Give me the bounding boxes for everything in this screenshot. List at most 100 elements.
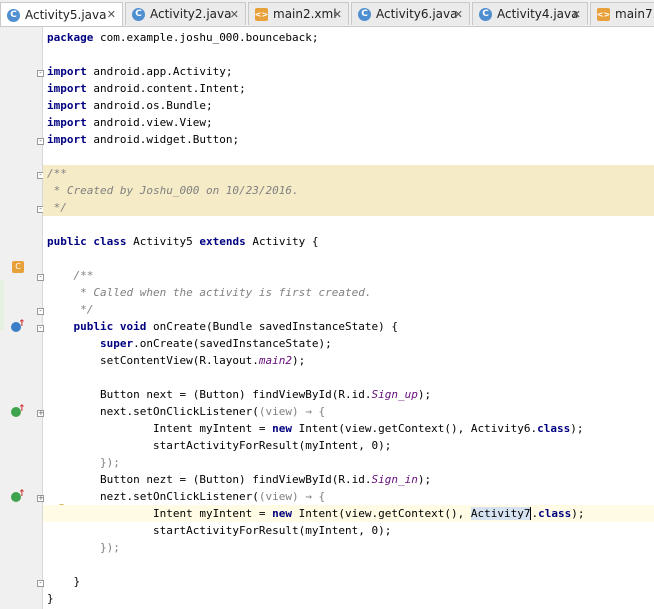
code-token: (view) → { — [258, 405, 326, 418]
close-tab-icon[interactable]: ✕ — [572, 8, 581, 21]
code-token: Intent(view.getContext(), — [292, 507, 471, 520]
code-line: }); — [43, 454, 654, 471]
code-line: * Created by Joshu_000 on 10/23/2016. — [43, 182, 654, 199]
code-line: import android.widget.Button; — [43, 131, 654, 148]
tab-activity2-java[interactable]: C Activity2.java ✕ — [125, 2, 246, 25]
code-line: setContentView(R.layout.main2); — [43, 352, 654, 369]
tab-activity4-java[interactable]: C Activity4.java ✕ — [472, 2, 588, 25]
code-line: import android.app.Activity; — [43, 63, 654, 80]
code-line: next.setOnClickListener((view) → { — [43, 403, 654, 420]
code-token: extends — [199, 235, 246, 248]
code-token: setContentView(R.layout. — [47, 354, 259, 367]
code-token: class — [537, 422, 571, 435]
gutter-change-marker — [0, 280, 4, 330]
code-token: Activity7 — [470, 507, 531, 520]
close-tab-icon[interactable]: ✕ — [454, 8, 463, 21]
override-arrow-icon: ↑ — [18, 319, 26, 329]
code-line: nezt.setOnClickListener((view) → { — [43, 488, 654, 505]
close-tab-icon[interactable]: ✕ — [333, 8, 342, 21]
code-token: Sign_up — [371, 388, 418, 401]
code-token: onCreate(Bundle savedInstanceState) { — [146, 320, 399, 333]
tab-activity6-java[interactable]: C Activity6.java ✕ — [351, 2, 470, 25]
code-editor[interactable]: package com.example.joshu_000.bounceback… — [43, 27, 654, 609]
code-token: public class — [47, 235, 127, 248]
code-token: Activity { — [245, 235, 319, 248]
code-line: public void onCreate(Bundle savedInstanc… — [43, 318, 654, 335]
java-class-icon: C — [479, 7, 492, 21]
code-token: main2 — [258, 354, 293, 367]
code-token: import — [47, 116, 87, 129]
tab-label: main7. — [615, 7, 654, 21]
editor-gutter: C ↑ ↑ ↑ — [0, 27, 43, 609]
java-class-icon: C — [7, 8, 20, 22]
code-token: startActivityForResult(myIntent, 0); — [47, 524, 392, 537]
code-token: (view) → { — [258, 490, 326, 503]
code-token: new — [272, 507, 293, 520]
code-token: android.widget.Button; — [86, 133, 240, 146]
code-line: Button nezt = (Button) findViewById(R.id… — [43, 471, 654, 488]
code-token: class — [538, 507, 572, 520]
code-line: Intent myIntent = new Intent(view.getCon… — [43, 420, 654, 437]
code-token: super — [47, 337, 134, 350]
java-class-icon: C — [132, 7, 145, 21]
code-line: */ — [43, 199, 654, 216]
code-line: import android.view.View; — [43, 114, 654, 131]
code-token: */ — [47, 303, 94, 316]
code-token: }); — [47, 456, 120, 469]
code-line: public class Activity5 extends Activity … — [43, 233, 654, 250]
tab-main7[interactable]: <> main7. — [590, 2, 654, 25]
code-token: Intent(view.getContext(), Activity6. — [292, 422, 538, 435]
lambda-arrow-icon: ↑ — [18, 404, 26, 414]
code-token: ); — [571, 507, 585, 520]
close-tab-icon[interactable]: ✕ — [107, 8, 116, 21]
code-line: import android.os.Bundle; — [43, 97, 654, 114]
code-token: android.app.Activity; — [86, 65, 233, 78]
close-tab-icon[interactable]: ✕ — [230, 8, 239, 21]
code-token: */ — [47, 201, 67, 214]
code-token: package — [47, 31, 94, 44]
code-token: import — [47, 65, 87, 78]
code-token: /** — [47, 167, 67, 180]
class-marker-icon[interactable]: C — [12, 261, 24, 273]
code-line: */ — [43, 301, 654, 318]
code-token: Intent myIntent = — [47, 507, 273, 520]
code-token: android.os.Bundle; — [86, 99, 213, 112]
code-token: import — [47, 133, 87, 146]
tab-main2-xml[interactable]: <> main2.xml ✕ — [248, 2, 349, 25]
code-token: next.setOnClickListener( — [47, 405, 259, 418]
code-token: ); — [292, 354, 306, 367]
code-line: startActivityForResult(myIntent, 0); — [43, 437, 654, 454]
code-line: Button next = (Button) findViewById(R.id… — [43, 386, 654, 403]
code-token: Button next = (Button) findViewById(R.id… — [47, 388, 372, 401]
code-line: Intent myIntent = new Intent(view.getCon… — [43, 505, 654, 522]
code-token: startActivityForResult(myIntent, 0); — [47, 439, 392, 452]
code-token: new — [272, 422, 293, 435]
xml-file-icon: <> — [254, 7, 269, 21]
code-token: }); — [47, 541, 120, 554]
tab-activity5-java[interactable]: C Activity5.java ✕ — [0, 2, 123, 26]
code-line: } — [43, 590, 654, 607]
lambda-arrow-icon: ↑ — [18, 489, 26, 499]
code-token: ); — [570, 422, 584, 435]
code-token: android.content.Intent; — [86, 82, 246, 95]
code-line: startActivityForResult(myIntent, 0); — [43, 522, 654, 539]
code-line: super.onCreate(savedInstanceState); — [43, 335, 654, 352]
code-token: Activity5 — [126, 235, 200, 248]
code-token: } — [47, 575, 81, 588]
code-token: import — [47, 82, 87, 95]
code-line: /** — [43, 267, 654, 284]
code-line: * Called when the activity is first crea… — [43, 284, 654, 301]
code-token: Button nezt = (Button) findViewById(R.id… — [47, 473, 372, 486]
code-line: } — [43, 573, 654, 590]
code-token: ); — [417, 473, 432, 486]
code-line: /** — [43, 165, 654, 182]
code-token: /** — [47, 269, 94, 282]
tab-label: Activity4.java — [497, 7, 579, 21]
code-token: import — [47, 99, 87, 112]
tab-label: Activity6.java — [376, 7, 458, 21]
code-line: import android.content.Intent; — [43, 80, 654, 97]
